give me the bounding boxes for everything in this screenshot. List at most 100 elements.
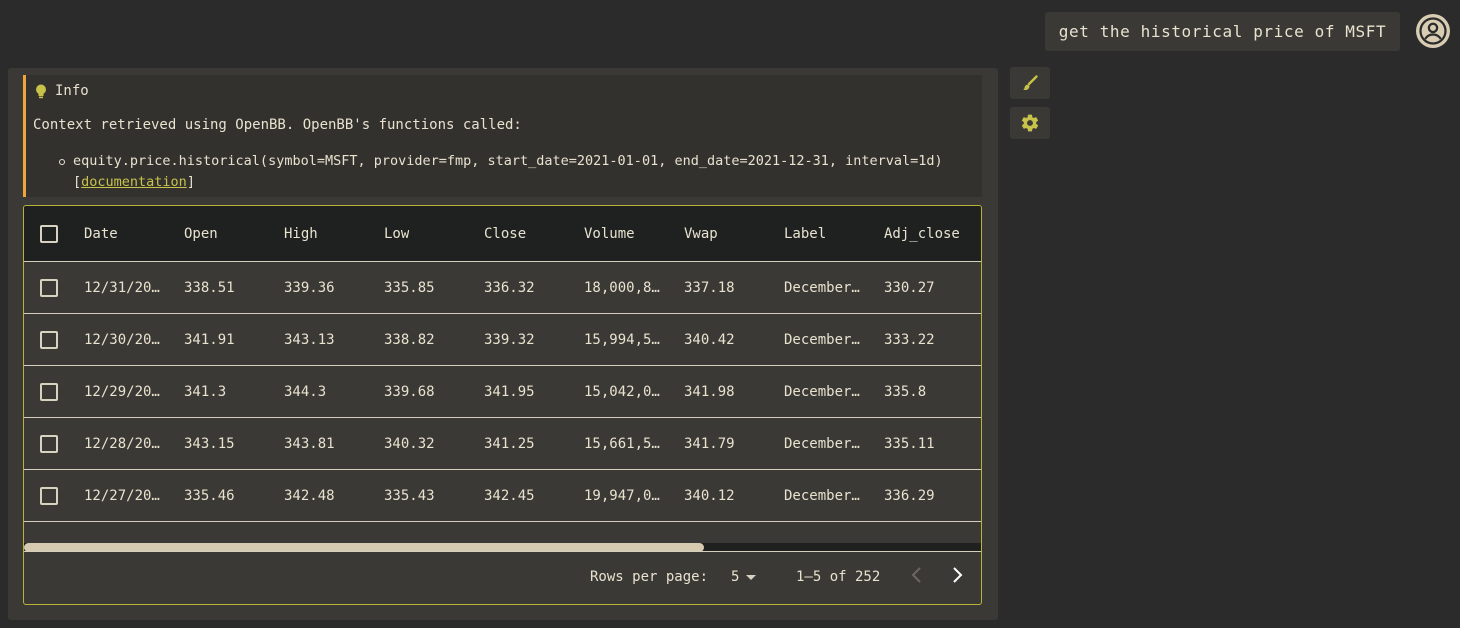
cell-adj-close: 333.22 [884, 331, 935, 348]
table-row[interactable]: 12/30/20… 341.91 343.13 338.82 339.32 15… [24, 314, 981, 366]
table-cell: 339.68 [384, 366, 464, 417]
column-header[interactable]: High [284, 206, 384, 261]
rows-per-page-select[interactable]: 5 [731, 569, 739, 585]
link-bracket-open: [ [73, 174, 82, 190]
cell-low: 338.82 [384, 331, 435, 348]
cell-vwap: 340.12 [684, 487, 735, 504]
table-cell: 341.79 [684, 418, 764, 469]
column-header[interactable]: Date [84, 206, 184, 261]
column-header[interactable]: Close [484, 206, 584, 261]
row-checkbox[interactable] [40, 434, 58, 453]
cell-date: 12/27/20… [84, 487, 160, 504]
cell-date: 12/31/20… [84, 279, 160, 296]
column-header-date: Date [84, 225, 118, 242]
cell-high: 342.48 [284, 487, 335, 504]
avatar[interactable] [1416, 14, 1450, 48]
table-cell: 341.91 [184, 314, 264, 365]
link-bracket-close: ] [186, 174, 195, 190]
user-message: get the historical price of MSFT [1045, 12, 1400, 51]
row-checkbox[interactable] [40, 330, 58, 349]
table-row[interactable]: 12/31/20… 338.51 339.36 335.85 336.32 18… [24, 262, 981, 314]
cell-label: December… [784, 383, 860, 400]
table-cell: 343.13 [284, 314, 364, 365]
table-cell: 12/28/20… [84, 418, 164, 469]
table-cell: December… [784, 314, 864, 365]
cell-label: December… [784, 331, 860, 348]
table-cell: 12/31/20… [84, 262, 164, 313]
chevron-right-icon[interactable] [950, 566, 964, 589]
table-cell: 12/29/20… [84, 366, 164, 417]
table-cell: 336.29 [884, 470, 964, 521]
table-cell: 339.32 [484, 314, 564, 365]
info-header: Info [35, 83, 89, 99]
table-cell: 341.95 [484, 366, 564, 417]
table-row[interactable]: 12/27/20… 335.46 342.48 335.43 342.45 19… [24, 470, 981, 522]
table-cell: 338.51 [184, 262, 264, 313]
column-header[interactable]: Volume [584, 206, 684, 261]
table-header-row: Date Open High Low Close Volume Vwap Lab… [24, 206, 981, 262]
list-bullet [59, 159, 65, 165]
cell-open: 343.15 [184, 435, 235, 452]
select-all-checkbox[interactable] [40, 224, 58, 243]
account-circle-icon [1419, 17, 1447, 45]
row-checkbox[interactable] [40, 486, 58, 505]
data-grid: Date Open High Low Close Volume Vwap Lab… [23, 205, 982, 605]
table-cell: 343.15 [184, 418, 264, 469]
column-header-open: Open [184, 225, 218, 242]
rows-per-page-label: Rows per page: [590, 569, 709, 585]
cell-open: 341.91 [184, 331, 235, 348]
settings-button[interactable] [1010, 107, 1050, 139]
cell-vwap: 341.79 [684, 435, 735, 452]
cell-high: 343.81 [284, 435, 335, 452]
table-pagination: Rows per page: 5 1–5 of 252 [24, 551, 981, 604]
cell-adj-close: 330.27 [884, 279, 935, 296]
user-message-text: get the historical price of MSFT [1058, 22, 1387, 41]
cell-label: December… [784, 435, 860, 452]
cell-close: 339.32 [484, 331, 535, 348]
cell-close: 336.32 [484, 279, 535, 296]
cell-low: 335.85 [384, 279, 435, 296]
table-cell: 338.82 [384, 314, 464, 365]
cell-close: 342.45 [484, 487, 535, 504]
chevron-left-icon[interactable] [910, 566, 924, 589]
cell-low: 335.43 [384, 487, 435, 504]
pagination-range: 1–5 of 252 [796, 569, 881, 585]
info-box: Info Context retrieved using OpenBB. Ope… [23, 75, 982, 197]
cell-volume: 19,947,0… [584, 487, 660, 504]
column-header[interactable]: Vwap [684, 206, 784, 261]
table-cell: 339.36 [284, 262, 364, 313]
cell-high: 339.36 [284, 279, 335, 296]
cell-vwap: 340.42 [684, 331, 735, 348]
table-cell: 336.32 [484, 262, 564, 313]
column-header[interactable]: Adj_close [884, 206, 981, 261]
table-cell: 333.22 [884, 314, 964, 365]
table-cell: 335.85 [384, 262, 464, 313]
row-select-cell [24, 314, 84, 365]
cell-volume: 18,000,8… [584, 279, 660, 296]
column-header[interactable]: Open [184, 206, 284, 261]
caret-down-icon[interactable] [746, 575, 756, 580]
column-header[interactable]: Low [384, 206, 484, 261]
table-cell: 342.45 [484, 470, 564, 521]
table-row[interactable]: 12/29/20… 341.3 344.3 339.68 341.95 15,0… [24, 366, 981, 418]
table-cell: 335.8 [884, 366, 964, 417]
table-cell: 342.48 [284, 470, 364, 521]
brush-button[interactable] [1010, 67, 1050, 99]
info-function-list: equity.price.historical(symbol=MSFT, pro… [59, 151, 973, 193]
cell-date: 12/28/20… [84, 435, 160, 452]
row-checkbox[interactable] [40, 278, 58, 297]
column-header[interactable]: Label [784, 206, 884, 261]
table-cell: 12/30/20… [84, 314, 164, 365]
table-cell: 341.3 [184, 366, 264, 417]
table-cell: 337.18 [684, 262, 764, 313]
table-cell: 330.27 [884, 262, 964, 313]
table-cell: 340.12 [684, 470, 764, 521]
documentation-link[interactable]: documentation [81, 174, 187, 190]
column-header-high: High [284, 225, 318, 242]
table-cell: 12/27/20… [84, 470, 164, 521]
table-cell: 18,000,8… [584, 262, 664, 313]
table-cell: December… [784, 366, 864, 417]
row-checkbox[interactable] [40, 382, 58, 401]
table-cell: 15,994,5… [584, 314, 664, 365]
table-row[interactable]: 12/28/20… 343.15 343.81 340.32 341.25 15… [24, 418, 981, 470]
